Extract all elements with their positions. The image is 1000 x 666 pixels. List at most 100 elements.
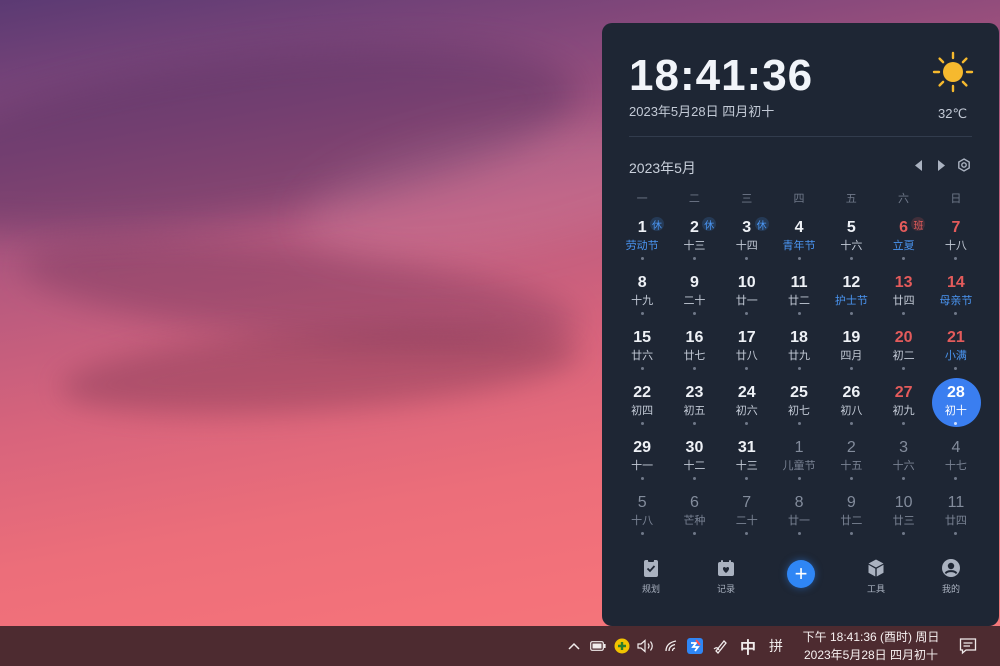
plan-button[interactable]: 规划 — [626, 558, 676, 595]
prev-month-button[interactable] — [910, 155, 928, 175]
day-number: 6 — [899, 219, 909, 236]
clipboard-check-icon — [644, 559, 658, 577]
lunar-label: 廿四 — [892, 295, 915, 307]
day-cell[interactable]: 23 初五 — [668, 376, 720, 431]
day-cell[interactable]: 17 廿八 — [721, 321, 773, 376]
day-number: 12 — [842, 274, 861, 291]
day-cell[interactable]: 13 廿四 — [877, 266, 929, 321]
day-cell[interactable]: 8 十九 — [616, 266, 668, 321]
day-cell[interactable]: 18 廿九 — [773, 321, 825, 376]
day-cell[interactable]: 10 廿一 — [721, 266, 773, 321]
day-cell[interactable]: 9 二十 — [668, 266, 720, 321]
day-cell-today[interactable]: 28 初十 — [930, 376, 982, 431]
day-cell[interactable]: 30 十二 — [668, 431, 720, 486]
event-dot — [640, 367, 644, 370]
day-number: 5 — [637, 494, 647, 511]
lunar-label: 廿二 — [840, 515, 863, 527]
day-cell[interactable]: 4 青年节 — [773, 211, 825, 266]
pen-input-button[interactable] — [710, 626, 732, 666]
day-cell[interactable]: 22 初四 — [616, 376, 668, 431]
volume-button[interactable] — [635, 626, 657, 666]
event-dot — [692, 532, 696, 535]
day-cell[interactable]: 7 二十 — [721, 486, 773, 541]
day-cell[interactable]: 24 初六 — [721, 376, 773, 431]
day-cell[interactable]: 14 母亲节 — [930, 266, 982, 321]
ime-mode-button[interactable]: 中 — [736, 626, 760, 666]
taskbar: 中 拼 下午 18:41:36 (酉时) 周日 2023年5月28日 四月初十 — [0, 626, 1000, 666]
day-cell[interactable]: 2 十五 — [825, 431, 877, 486]
event-dot — [849, 532, 853, 535]
caret-left-icon — [915, 159, 922, 171]
day-number: 13 — [894, 274, 913, 291]
day-cell[interactable]: 1 儿童节 — [773, 431, 825, 486]
day-cell[interactable]: 5 十八 — [616, 486, 668, 541]
day-cell[interactable]: 3 十四 休 — [721, 211, 773, 266]
event-dot — [640, 422, 644, 425]
day-number: 23 — [685, 384, 704, 401]
event-dot — [954, 367, 958, 370]
day-cell[interactable]: 16 廿七 — [668, 321, 720, 376]
ime-layout-button[interactable]: 拼 — [764, 626, 788, 666]
event-dot — [797, 257, 801, 260]
tools-button[interactable]: 工具 — [851, 558, 901, 595]
calendar-settings-button[interactable] — [955, 155, 973, 175]
day-number: 27 — [894, 384, 913, 401]
show-hidden-icons-button[interactable] — [564, 626, 584, 666]
day-number: 25 — [790, 384, 808, 401]
lunar-label: 廿一 — [735, 295, 758, 307]
day-cell[interactable]: 21 小满 — [930, 321, 982, 376]
day-cell[interactable]: 20 初二 — [877, 321, 929, 376]
day-cell[interactable]: 19 四月 — [825, 321, 877, 376]
day-cell[interactable]: 25 初七 — [773, 376, 825, 431]
day-cell[interactable]: 11 廿四 — [930, 486, 982, 541]
event-dot — [954, 257, 958, 260]
tray-app-button[interactable] — [612, 626, 632, 666]
taskbar-clock[interactable]: 下午 18:41:36 (酉时) 周日 2023年5月28日 四月初十 — [792, 628, 950, 664]
day-cell[interactable]: 11 廿二 — [773, 266, 825, 321]
weekday-header: 一二三四五六日 — [616, 190, 982, 206]
lunar-label: 四月 — [840, 350, 863, 362]
lunar-label: 劳动节 — [625, 240, 659, 252]
day-cell[interactable]: 6 芒种 — [668, 486, 720, 541]
battery-icon — [590, 641, 606, 651]
user-circle-icon — [942, 559, 960, 577]
day-cell[interactable]: 2 十三 休 — [668, 211, 720, 266]
day-cell[interactable]: 15 廿六 — [616, 321, 668, 376]
day-number: 20 — [894, 329, 913, 346]
day-cell[interactable]: 31 十三 — [721, 431, 773, 486]
day-cell[interactable]: 8 廿一 — [773, 486, 825, 541]
record-button[interactable]: 记录 — [701, 558, 751, 595]
event-dot — [692, 257, 696, 260]
day-cell[interactable]: 29 十一 — [616, 431, 668, 486]
day-cell[interactable]: 3 十六 — [877, 431, 929, 486]
day-cell[interactable]: 27 初九 — [877, 376, 929, 431]
next-month-button[interactable] — [932, 155, 950, 175]
day-number: 18 — [790, 329, 808, 346]
pinned-app-button[interactable] — [684, 626, 706, 666]
battery-button[interactable] — [588, 626, 608, 666]
network-button[interactable] — [661, 626, 683, 666]
day-cell[interactable]: 1 劳动节 休 — [616, 211, 668, 266]
day-cell[interactable]: 12 护士节 — [825, 266, 877, 321]
event-dot — [745, 367, 749, 370]
me-button[interactable]: 我的 — [926, 558, 976, 595]
day-number: 6 — [689, 494, 699, 511]
day-number: 2 — [846, 439, 856, 456]
lunar-label: 廿六 — [631, 350, 654, 362]
add-event-button[interactable]: + — [787, 560, 815, 588]
calendar-heart-icon — [718, 560, 734, 576]
day-cell[interactable]: 9 廿二 — [825, 486, 877, 541]
day-cell[interactable]: 10 廿三 — [877, 486, 929, 541]
day-number: 26 — [842, 384, 861, 401]
lunar-label: 初四 — [631, 405, 654, 417]
day-cell[interactable]: 26 初八 — [825, 376, 877, 431]
caret-right-icon — [938, 159, 945, 171]
day-cell[interactable]: 6 立夏 班 — [877, 211, 929, 266]
day-cell[interactable]: 4 十七 — [930, 431, 982, 486]
day-cell[interactable]: 5 十六 — [825, 211, 877, 266]
lunar-label: 初七 — [788, 405, 811, 417]
day-cell[interactable]: 7 十八 — [930, 211, 982, 266]
gear-icon — [958, 158, 970, 172]
lunar-label: 十八 — [944, 240, 967, 252]
notification-center-button[interactable] — [955, 626, 981, 666]
